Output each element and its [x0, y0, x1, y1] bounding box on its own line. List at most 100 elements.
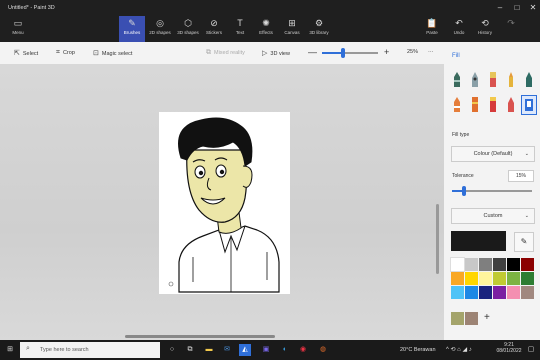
- magic-select-icon: ⊡: [93, 50, 99, 57]
- oil-brush-icon: [490, 72, 496, 87]
- palette-swatch[interactable]: [493, 258, 506, 271]
- drawing-canvas[interactable]: [159, 112, 290, 294]
- eraser-brush[interactable]: [453, 97, 461, 112]
- stickers-icon: ⊘: [210, 18, 218, 28]
- tolerance-slider[interactable]: [452, 186, 532, 196]
- zoom-slider-thumb[interactable]: [340, 48, 345, 58]
- calligraphy-pen-brush[interactable]: [471, 72, 479, 87]
- pencil-icon: [526, 72, 532, 87]
- search-box[interactable]: ⌕ Type here to search: [20, 342, 160, 358]
- palette-swatch[interactable]: [450, 257, 465, 272]
- zoom-in-button[interactable]: +: [384, 47, 389, 57]
- marker-brush[interactable]: [453, 72, 461, 87]
- zoom-slider[interactable]: [322, 48, 378, 58]
- tool-canvas[interactable]: ⊞ Canvas: [279, 16, 305, 42]
- crayon-brush[interactable]: [471, 97, 479, 112]
- paint3d-icon[interactable]: ◭: [239, 344, 251, 356]
- palette-swatch[interactable]: [451, 286, 464, 299]
- undo-button[interactable]: ↶ Undo: [446, 16, 472, 42]
- select-icon: ⇱: [14, 50, 20, 57]
- 3d-view-button[interactable]: ▷ 3D view: [262, 49, 290, 57]
- 2d-shapes-icon: ◎: [156, 18, 164, 28]
- notification-icon[interactable]: ▢: [525, 344, 537, 356]
- custom-color-dropdown[interactable]: Custom ⌄: [451, 208, 535, 224]
- palette-swatch[interactable]: [507, 286, 520, 299]
- palette-swatch[interactable]: [479, 272, 492, 285]
- task-view-icon[interactable]: ⧉: [184, 344, 196, 356]
- pixel-pen-brush[interactable]: [489, 97, 497, 112]
- fill-type-dropdown[interactable]: Colour (Default) ⌄: [451, 146, 535, 162]
- palette-swatch[interactable]: [465, 272, 478, 285]
- palette-swatch[interactable]: [493, 272, 506, 285]
- minimize-button[interactable]: –: [494, 2, 506, 14]
- tolerance-label: Tolerance: [452, 173, 474, 179]
- custom-swatch[interactable]: [451, 312, 464, 325]
- firefox-icon[interactable]: ◍: [317, 344, 329, 356]
- maximize-button[interactable]: □: [511, 2, 523, 14]
- mail-icon[interactable]: ✉: [221, 344, 233, 356]
- windows-icon[interactable]: ⊞: [4, 344, 16, 356]
- redo-button[interactable]: ↷: [498, 16, 524, 42]
- current-color-swatch[interactable]: [451, 231, 506, 251]
- palette-swatch[interactable]: [507, 258, 520, 271]
- select-button[interactable]: ⇱ Select: [14, 49, 38, 57]
- clock[interactable]: 9:21 08/01/2022: [495, 342, 523, 354]
- canvas-workspace[interactable]: [0, 64, 444, 340]
- text-icon: T: [237, 18, 243, 28]
- cortana-icon[interactable]: ○: [166, 344, 178, 356]
- mixed-reality-button[interactable]: ⧉ Mixed reality: [206, 49, 245, 57]
- effects-icon: ✺: [262, 18, 270, 28]
- window-title: Untitled* - Paint 3D: [8, 5, 55, 11]
- more-options-button[interactable]: ···: [428, 49, 434, 55]
- cartoon-man-drawing: [168, 117, 280, 293]
- spraycan-brush[interactable]: [507, 97, 515, 112]
- zoom-out-button[interactable]: —: [308, 47, 317, 57]
- tool-3d-shapes[interactable]: ⬡ 3D shapes: [175, 16, 201, 42]
- palette-swatch[interactable]: [479, 258, 492, 271]
- photos-icon[interactable]: ▣: [260, 344, 272, 356]
- vertical-scrollbar[interactable]: [436, 204, 439, 274]
- weather-status[interactable]: 20°C Berawan: [400, 347, 436, 353]
- 3d-shapes-icon: ⬡: [184, 18, 192, 28]
- chrome-icon[interactable]: ◉: [297, 344, 309, 356]
- menu-button[interactable]: ▭ Menu: [5, 16, 31, 42]
- tool-2d-shapes[interactable]: ◎ 2D shapes: [147, 16, 173, 42]
- custom-swatch[interactable]: [465, 312, 478, 325]
- magic-select-button[interactable]: ⊡ Magic select: [93, 49, 132, 57]
- pencil-brush[interactable]: [525, 72, 533, 87]
- tool-3d-library[interactable]: ⚙ 3D library: [306, 16, 332, 42]
- palette-swatch[interactable]: [521, 286, 534, 299]
- paste-button[interactable]: 📋 Paste: [419, 16, 445, 42]
- paste-icon: 📋: [426, 18, 438, 28]
- chevron-down-icon: ⌄: [524, 213, 529, 219]
- fill-type-label: Fill type: [452, 132, 470, 138]
- tool-stickers[interactable]: ⊘ Stickers: [201, 16, 227, 42]
- palette-swatch[interactable]: [465, 286, 478, 299]
- eraser-icon: [454, 97, 460, 112]
- palette-swatch[interactable]: [493, 286, 506, 299]
- palette-swatch[interactable]: [451, 272, 464, 285]
- close-button[interactable]: ✕: [527, 2, 539, 14]
- palette-swatch[interactable]: [507, 272, 520, 285]
- palette-swatch[interactable]: [521, 258, 534, 271]
- watercolor-brush[interactable]: [507, 72, 515, 87]
- crop-button[interactable]: ⌗ Crop: [56, 49, 75, 57]
- watercolor-icon: [509, 72, 513, 87]
- fill-brush[interactable]: [521, 95, 537, 115]
- oil-brush[interactable]: [489, 72, 497, 87]
- tool-brushes[interactable]: ✎ Brushes: [119, 16, 145, 42]
- system-tray-icons[interactable]: ^ ⟲ ⌂ ◢ ♪: [446, 346, 472, 353]
- tolerance-input[interactable]: 15%: [508, 170, 534, 182]
- add-color-button[interactable]: +: [484, 312, 490, 323]
- horizontal-scrollbar[interactable]: [125, 335, 275, 338]
- tool-effects[interactable]: ✺ Effects: [253, 16, 279, 42]
- edge-icon[interactable]: ◐: [279, 344, 291, 356]
- tolerance-slider-thumb[interactable]: [462, 186, 466, 196]
- history-button[interactable]: ⟲ History: [472, 16, 498, 42]
- eyedropper-button[interactable]: ✎: [514, 232, 534, 252]
- palette-swatch[interactable]: [521, 272, 534, 285]
- palette-swatch[interactable]: [465, 258, 478, 271]
- palette-swatch[interactable]: [479, 286, 492, 299]
- file-explorer-icon[interactable]: ▬: [203, 344, 215, 356]
- tool-text[interactable]: T Text: [227, 16, 253, 42]
